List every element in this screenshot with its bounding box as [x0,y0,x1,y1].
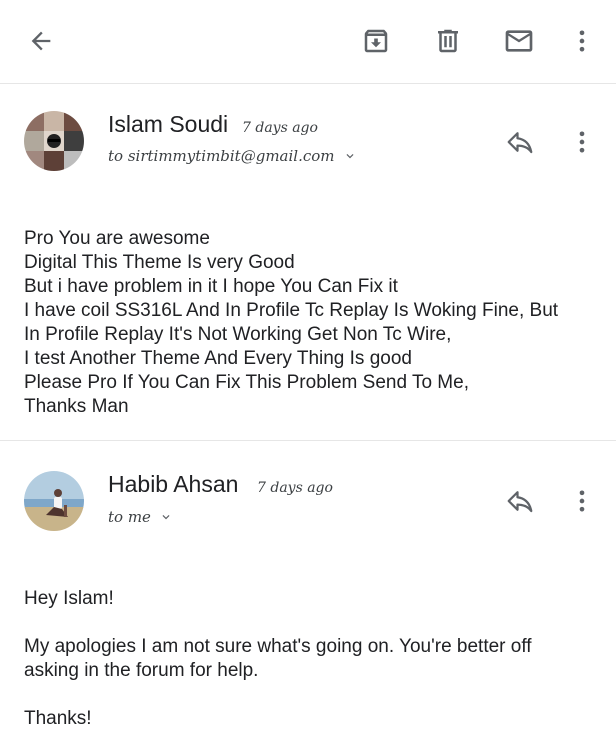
arrow-left-icon [31,31,51,51]
avatar[interactable] [24,111,84,171]
archive-icon [364,29,388,53]
mark-unread-button[interactable] [497,19,541,63]
recipient-label: to sirtimmytimbit@gmail.com [108,147,335,165]
body-line: In Profile Replay It's Not Working Get N… [24,324,452,345]
recipient-details-toggle[interactable]: to me [108,508,173,526]
body-line: I have coil SS316L And In Profile Tc Rep… [24,300,559,321]
reply-button[interactable] [498,479,542,523]
body-line [24,683,604,707]
more-options-button[interactable] [560,19,604,63]
body-line: Please Pro If You Can Fix This Problem S… [24,372,469,393]
more-vertical-icon [579,30,585,52]
chevron-down-icon [162,515,170,520]
message-header[interactable]: Habib Ahsan 7 days ago to me [0,441,616,551]
reply-button[interactable] [498,120,542,164]
message-more-button[interactable] [560,479,604,523]
reply-icon [507,132,533,154]
archive-button[interactable] [354,19,398,63]
message-more-button[interactable] [560,120,604,164]
reply-icon [507,491,533,513]
envelope-icon [505,30,533,52]
body-line: Hey Islam! [24,588,114,609]
back-button[interactable] [19,19,63,63]
sender-name: Islam Soudi [108,111,229,137]
chevron-down-icon [346,154,354,159]
avatar-collage-image [24,111,84,171]
body-line: Thanks Man [24,396,129,417]
top-toolbar [0,0,616,84]
body-line: asking in the forum for help. [24,660,259,681]
message-header[interactable]: Islam Soudi 7 days ago to sirtimmytimbit… [0,84,616,204]
message-body: Pro You are awesome Digital This Theme I… [24,227,604,419]
body-line: My apologies I am not sure what's going … [24,636,532,657]
message-time: 7 days ago [257,480,333,496]
trash-icon [438,29,458,53]
body-line: Pro You are awesome [24,228,210,249]
body-line: Digital This Theme Is very Good [24,252,295,273]
more-vertical-icon [579,490,585,512]
recipient-label: to me [108,508,151,526]
body-line [24,611,604,635]
body-line: I test Another Theme And Every Thing Is … [24,348,412,369]
body-line: Thanks! [24,708,92,729]
more-vertical-icon [579,131,585,153]
message-body: Hey Islam! My apologies I am not sure wh… [24,587,604,731]
avatar[interactable] [24,471,84,531]
recipient-details-toggle[interactable]: to sirtimmytimbit@gmail.com [108,147,357,165]
delete-button[interactable] [426,19,470,63]
sender-name: Habib Ahsan [108,471,239,497]
avatar-beach-image [24,471,84,531]
message-time: 7 days ago [242,120,318,136]
body-line: But i have problem in it I hope You Can … [24,276,398,297]
